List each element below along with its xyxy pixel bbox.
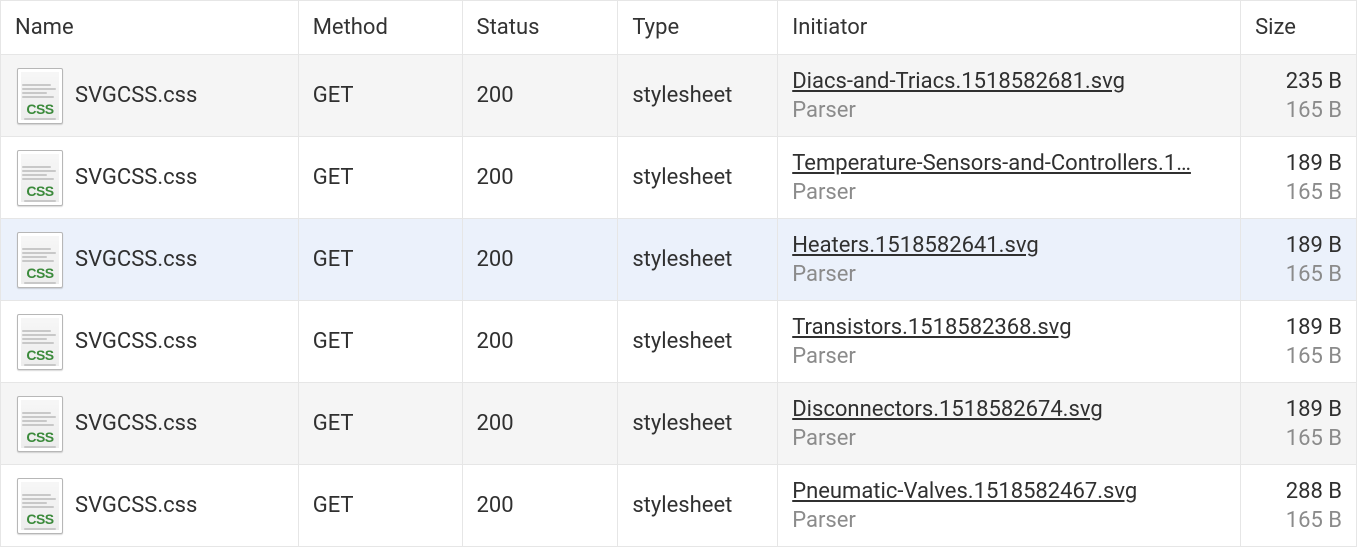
size-transferred: 189 B	[1286, 397, 1342, 422]
header-size[interactable]: Size	[1241, 1, 1357, 55]
file-name: SVGCSS.css	[75, 329, 197, 354]
initiator-source: Parser	[792, 98, 1226, 123]
css-file-icon: CSS	[17, 314, 63, 370]
status-value: 200	[477, 165, 514, 190]
css-file-icon: CSS	[17, 478, 63, 534]
initiator-source: Parser	[792, 262, 1226, 287]
size-transferred: 189 B	[1286, 233, 1342, 258]
initiator-link[interactable]: Diacs-and-Triacs.1518582681.svg	[792, 69, 1226, 94]
file-name: SVGCSS.css	[75, 411, 197, 436]
initiator-link[interactable]: Temperature-Sensors-and-Controllers.1…	[792, 151, 1226, 176]
size-transferred: 189 B	[1286, 151, 1342, 176]
css-icon-label: CSS	[26, 184, 53, 198]
size-transferred: 235 B	[1286, 69, 1342, 94]
initiator-source: Parser	[792, 426, 1226, 451]
css-icon-label: CSS	[26, 430, 53, 444]
css-icon-label: CSS	[26, 348, 53, 362]
status-value: 200	[477, 493, 514, 518]
table-row[interactable]: CSS SVGCSS.css GET 200 stylesheet Discon…	[1, 383, 1357, 465]
initiator-source: Parser	[792, 344, 1226, 369]
table-row[interactable]: CSS SVGCSS.css GET 200 stylesheet Diacs-…	[1, 55, 1357, 137]
type-value: stylesheet	[632, 329, 732, 354]
table-row[interactable]: CSS SVGCSS.css GET 200 stylesheet Pneuma…	[1, 465, 1357, 547]
status-value: 200	[477, 247, 514, 272]
table-header-row: Name Method Status Type Initiator Size	[1, 1, 1357, 55]
size-resource: 165 B	[1286, 262, 1342, 287]
method-value: GET	[313, 493, 354, 518]
initiator-link[interactable]: Pneumatic-Valves.1518582467.svg	[792, 479, 1226, 504]
header-type[interactable]: Type	[618, 1, 778, 55]
file-name: SVGCSS.css	[75, 247, 197, 272]
header-initiator[interactable]: Initiator	[778, 1, 1241, 55]
header-status[interactable]: Status	[462, 1, 618, 55]
initiator-link[interactable]: Heaters.1518582641.svg	[792, 233, 1226, 258]
initiator-link[interactable]: Disconnectors.1518582674.svg	[792, 397, 1226, 422]
status-value: 200	[477, 329, 514, 354]
initiator-source: Parser	[792, 508, 1226, 533]
css-file-icon: CSS	[17, 68, 63, 124]
network-table: Name Method Status Type Initiator Size C…	[0, 0, 1357, 547]
css-file-icon: CSS	[17, 396, 63, 452]
css-icon-label: CSS	[26, 512, 53, 526]
size-transferred: 189 B	[1286, 315, 1342, 340]
type-value: stylesheet	[632, 83, 732, 108]
css-file-icon: CSS	[17, 150, 63, 206]
file-name: SVGCSS.css	[75, 493, 197, 518]
header-method[interactable]: Method	[298, 1, 462, 55]
table-row[interactable]: CSS SVGCSS.css GET 200 stylesheet Transi…	[1, 301, 1357, 383]
initiator-link[interactable]: Transistors.1518582368.svg	[792, 315, 1226, 340]
status-value: 200	[477, 83, 514, 108]
type-value: stylesheet	[632, 165, 732, 190]
css-file-icon: CSS	[17, 232, 63, 288]
size-transferred: 288 B	[1286, 479, 1342, 504]
table-row[interactable]: CSS SVGCSS.css GET 200 stylesheet Temper…	[1, 137, 1357, 219]
table-row[interactable]: CSS SVGCSS.css GET 200 stylesheet Heater…	[1, 219, 1357, 301]
css-icon-label: CSS	[26, 102, 53, 116]
method-value: GET	[313, 165, 354, 190]
method-value: GET	[313, 411, 354, 436]
size-resource: 165 B	[1286, 426, 1342, 451]
css-icon-label: CSS	[26, 266, 53, 280]
size-resource: 165 B	[1286, 508, 1342, 533]
type-value: stylesheet	[632, 493, 732, 518]
status-value: 200	[477, 411, 514, 436]
type-value: stylesheet	[632, 411, 732, 436]
method-value: GET	[313, 83, 354, 108]
type-value: stylesheet	[632, 247, 732, 272]
method-value: GET	[313, 329, 354, 354]
file-name: SVGCSS.css	[75, 165, 197, 190]
header-name[interactable]: Name	[1, 1, 299, 55]
size-resource: 165 B	[1286, 344, 1342, 369]
method-value: GET	[313, 247, 354, 272]
file-name: SVGCSS.css	[75, 83, 197, 108]
size-resource: 165 B	[1286, 180, 1342, 205]
initiator-source: Parser	[792, 180, 1226, 205]
size-resource: 165 B	[1286, 98, 1342, 123]
